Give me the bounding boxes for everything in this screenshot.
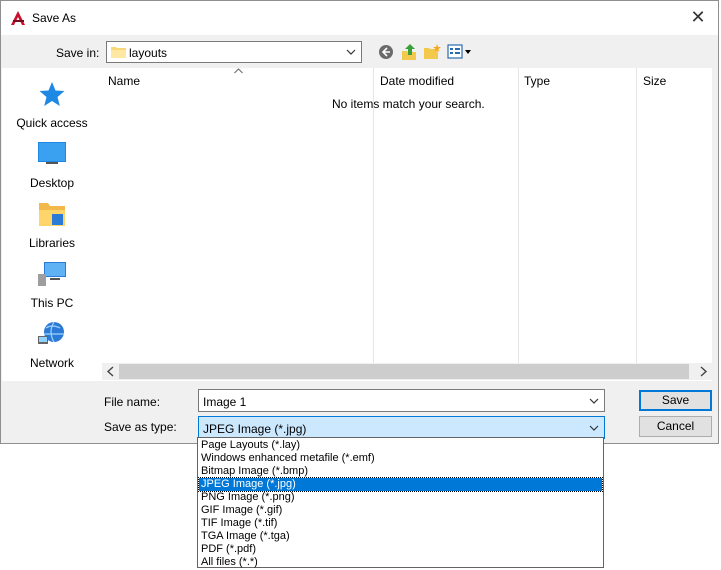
view-menu-icon[interactable]	[447, 43, 473, 61]
place-label: This PC	[30, 296, 74, 310]
up-folder-icon[interactable]	[400, 43, 418, 61]
place-quick-access[interactable]: Quick access	[2, 80, 102, 136]
place-label: Network	[29, 356, 74, 370]
type-option[interactable]: All files (*.*)	[199, 556, 602, 569]
file-name-label: File name:	[104, 395, 161, 409]
type-option[interactable]: Page Layouts (*.lay)	[199, 439, 602, 452]
sort-caret-icon	[234, 68, 243, 74]
back-icon[interactable]	[377, 43, 395, 61]
column-header-type[interactable]: Type	[524, 74, 550, 88]
scroll-right-icon[interactable]	[699, 366, 708, 377]
column-divider[interactable]	[636, 68, 637, 363]
title-bar: Save As ✕	[1, 1, 718, 35]
type-option[interactable]: PNG Image (*.png)	[199, 491, 602, 504]
libraries-icon	[39, 203, 65, 226]
network-icon	[38, 321, 64, 344]
app-icon	[11, 11, 25, 25]
type-option[interactable]: TGA Image (*.tga)	[199, 530, 602, 543]
save-as-type-label: Save as type:	[104, 420, 177, 434]
star-icon	[39, 82, 65, 106]
save-as-type-value: JPEG Image (*.jpg)	[203, 422, 307, 436]
column-header-date-modified[interactable]: Date modified	[380, 74, 454, 88]
save-as-type-dropdown: Page Layouts (*.lay) Windows enhanced me…	[197, 437, 604, 568]
type-option[interactable]: GIF Image (*.gif)	[199, 504, 602, 517]
save-in-label: Save in:	[56, 46, 100, 60]
scrollbar-thumb[interactable]	[119, 364, 689, 379]
place-libraries[interactable]: Libraries	[2, 200, 102, 256]
type-option[interactable]: PDF (*.pdf)	[199, 543, 602, 556]
save-in-combo[interactable]: layouts	[106, 41, 362, 63]
scroll-left-icon[interactable]	[106, 366, 115, 377]
cancel-button[interactable]: Cancel	[639, 416, 712, 437]
chevron-down-icon	[346, 49, 356, 55]
file-list[interactable]: Name Date modified Type Size No items ma…	[102, 68, 712, 381]
places-bar: Quick access Desktop Libraries This PC N…	[2, 68, 102, 381]
close-button[interactable]: ✕	[688, 7, 708, 27]
column-divider[interactable]	[518, 68, 519, 363]
desktop-icon	[38, 142, 66, 164]
empty-message: No items match your search.	[332, 97, 485, 111]
horizontal-scrollbar[interactable]	[102, 363, 712, 380]
folder-icon	[111, 47, 126, 58]
column-divider[interactable]	[373, 68, 374, 363]
column-header-name[interactable]: Name	[108, 74, 140, 88]
chevron-down-icon[interactable]	[589, 396, 599, 406]
save-as-dialog: Save As ✕ Save in: layouts Quick access …	[0, 0, 719, 444]
computer-icon	[38, 262, 66, 286]
type-option[interactable]: TIF Image (*.tif)	[199, 517, 602, 530]
save-button[interactable]: Save	[639, 390, 712, 411]
place-desktop[interactable]: Desktop	[2, 140, 102, 196]
type-option[interactable]: Bitmap Image (*.bmp)	[199, 465, 602, 478]
place-label: Quick access	[16, 116, 88, 130]
window-title: Save As	[32, 11, 77, 25]
place-this-pc[interactable]: This PC	[2, 260, 102, 316]
place-label: Libraries	[28, 236, 76, 250]
new-folder-icon[interactable]	[423, 43, 441, 61]
save-as-type-select[interactable]: JPEG Image (*.jpg)	[198, 416, 605, 439]
chevron-down-icon	[589, 425, 599, 431]
place-label: Desktop	[29, 176, 75, 190]
type-option-selected[interactable]: JPEG Image (*.jpg)	[198, 477, 603, 492]
save-in-value: layouts	[129, 46, 168, 60]
type-option[interactable]: Windows enhanced metafile (*.emf)	[199, 452, 602, 465]
file-name-value: Image 1	[203, 395, 247, 409]
file-name-field[interactable]: Image 1	[198, 389, 605, 412]
place-network[interactable]: Network	[2, 320, 102, 376]
column-header-size[interactable]: Size	[643, 74, 666, 88]
